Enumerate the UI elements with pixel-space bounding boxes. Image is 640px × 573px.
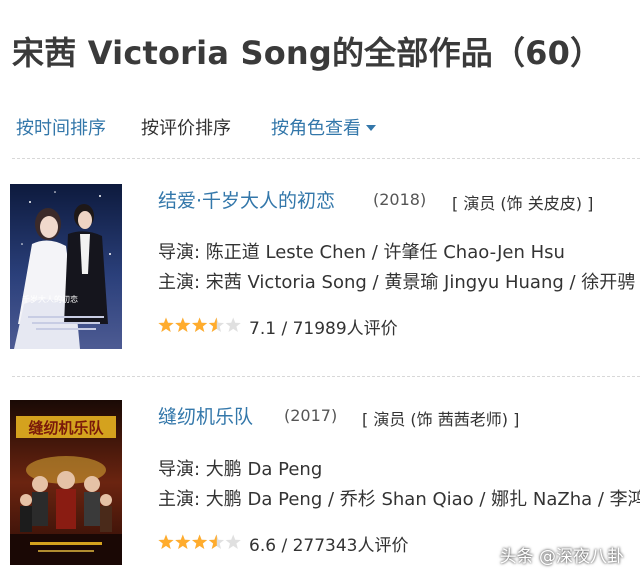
star-filled-icon bbox=[191, 317, 208, 332]
divider bbox=[12, 376, 640, 377]
rating-stars bbox=[158, 534, 241, 549]
watermark: 头条 @深夜八卦 bbox=[499, 547, 624, 567]
cast-line: 主演: 宋茜 Victoria Song / 黄景瑜 Jingyu Huang … bbox=[158, 272, 636, 293]
poster-image[interactable]: 千岁大人的初恋 bbox=[10, 184, 122, 349]
chevron-down-icon bbox=[366, 125, 376, 131]
star-filled-icon bbox=[191, 534, 208, 549]
star-filled-icon bbox=[175, 317, 191, 332]
star-empty-icon bbox=[225, 317, 241, 332]
cast-line: 主演: 大鹏 Da Peng / 乔杉 Shan Qiao / 娜扎 NaZha… bbox=[158, 489, 640, 510]
work-year: (2018) bbox=[373, 190, 427, 209]
star-filled-icon bbox=[175, 534, 191, 549]
view-by-role-dropdown[interactable]: 按角色查看 bbox=[271, 114, 376, 140]
star-empty-icon bbox=[225, 534, 241, 549]
rating-text: 6.6 / 277343人评价 bbox=[249, 536, 409, 556]
poster-image[interactable]: 缝纫机乐队 bbox=[10, 400, 122, 565]
poster-caption: 缝纫机乐队 bbox=[28, 419, 104, 437]
rating-stars bbox=[158, 317, 241, 332]
rating-text: 7.1 / 71989人评价 bbox=[249, 319, 398, 339]
sort-by-rating-link[interactable]: 按评价排序 bbox=[141, 114, 231, 140]
work-title-link[interactable]: 缝纫机乐队 bbox=[158, 402, 253, 429]
work-title-link[interactable]: 结爱·千岁大人的初恋 bbox=[158, 186, 335, 213]
star-filled-icon bbox=[158, 317, 174, 332]
page-title: 宋茜 Victoria Song的全部作品（60） bbox=[12, 34, 603, 72]
sort-by-time-link[interactable]: 按时间排序 bbox=[16, 114, 106, 140]
work-role: [ 演员 (饰 茜茜老师) ] bbox=[362, 410, 520, 429]
work-role: [ 演员 (饰 关皮皮) ] bbox=[452, 194, 594, 213]
work-year: (2017) bbox=[284, 406, 338, 425]
director-line: 导演: 大鹏 Da Peng bbox=[158, 459, 323, 480]
star-filled-icon bbox=[158, 534, 174, 549]
view-by-role-label: 按角色查看 bbox=[271, 118, 361, 139]
director-line: 导演: 陈正道 Leste Chen / 许肇任 Chao-Jen Hsu bbox=[158, 242, 565, 263]
divider bbox=[12, 158, 640, 159]
poster-caption: 千岁大人的初恋 bbox=[22, 294, 78, 304]
